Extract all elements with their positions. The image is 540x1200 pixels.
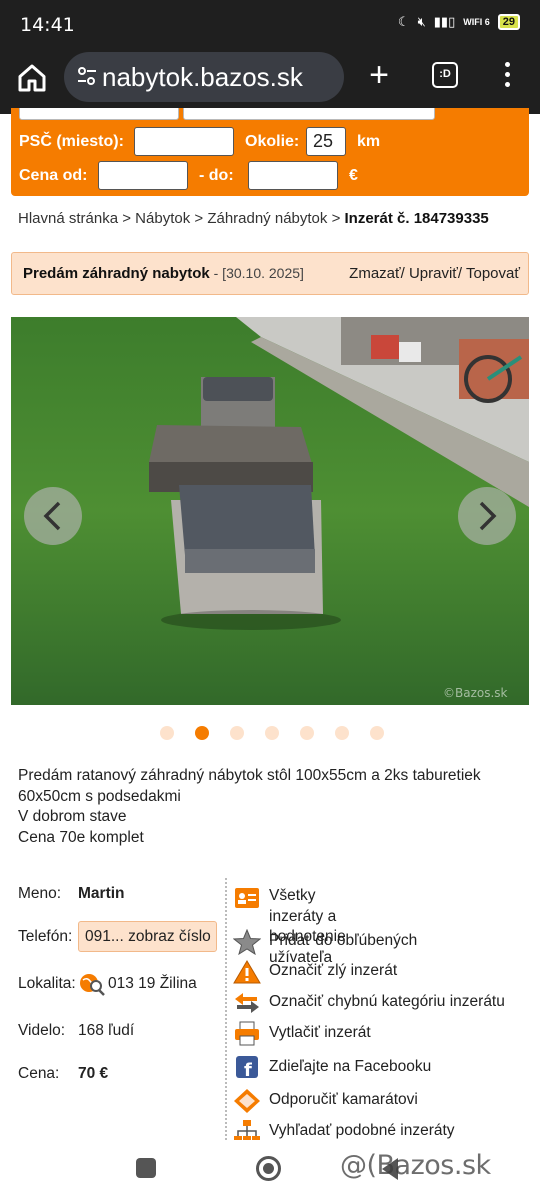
photo-pagination	[160, 726, 384, 740]
photo-dot[interactable]	[265, 726, 279, 740]
cena-label: Cena:	[18, 1065, 60, 1082]
action-label: Odporučiť kamarátovi	[269, 1091, 418, 1108]
psc-label: PSČ (miesto):	[19, 133, 124, 150]
price-to-input[interactable]	[248, 161, 338, 190]
videlo-label: Videlo:	[18, 1022, 66, 1039]
prev-photo-button[interactable]	[24, 487, 82, 545]
breadcrumb-separator: >	[194, 210, 204, 227]
listing-description: Predám ratanový záhradný nábytok stôl 10…	[18, 766, 523, 848]
breadcrumb-separator: >	[122, 210, 131, 227]
photo-dot[interactable]	[230, 726, 244, 740]
listing-photo[interactable]: ©Bazos.sk	[11, 317, 529, 705]
action-label: Označiť chybnú kategóriu inzerátu	[269, 993, 505, 1010]
description-line: Cena 70e komplet	[18, 828, 144, 846]
chevron-left-icon	[43, 501, 61, 531]
photo-dot[interactable]	[195, 726, 209, 740]
status-icons: ☾ 🔇︎ ▮▮▯ WIFI 6 29	[398, 14, 520, 30]
action-label: Označiť zlý inzerát	[269, 962, 398, 979]
breadcrumb-current: Inzerát č. 184739335	[344, 210, 489, 227]
listing-title: Predám záhradný nabytok	[23, 265, 210, 282]
views-value: 168 ľudí	[78, 1022, 135, 1039]
photo-watermark: ©Bazos.sk	[443, 686, 508, 700]
overflow-menu-icon[interactable]	[500, 62, 514, 92]
listing-heading: Predám záhradný nabytok - [30.10. 2025]	[23, 265, 304, 282]
address-bar[interactable]: nabytok.bazos.sk	[64, 52, 344, 102]
user-card-icon	[235, 888, 259, 908]
warning-icon	[233, 960, 261, 984]
currency-label: €	[349, 167, 358, 184]
printer-icon	[235, 1021, 259, 1046]
photo-scene: ©Bazos.sk	[11, 317, 529, 705]
photo-dot[interactable]	[335, 726, 349, 740]
breadcrumb-nabytok[interactable]: Nábytok	[135, 210, 190, 227]
action-label: Vyhľadať podobné inzeráty	[269, 1122, 455, 1139]
partial-field[interactable]	[183, 108, 435, 120]
psc-input[interactable]	[134, 127, 234, 156]
svg-text:f: f	[244, 1060, 252, 1081]
new-tab-button[interactable]: +	[362, 56, 396, 95]
home-button[interactable]	[256, 1156, 281, 1181]
mute-icon: 🔇︎	[417, 14, 426, 29]
search-form: PSČ (miesto): Okolie: km Cena od: - do: …	[11, 108, 529, 196]
site-settings-icon[interactable]	[76, 65, 98, 87]
price-from-input[interactable]	[98, 161, 188, 190]
url-text: nabytok.bazos.sk	[102, 62, 303, 92]
wifi-icon: WIFI 6	[463, 17, 490, 27]
bazos-watermark: @(Bazos.sk	[340, 1150, 491, 1181]
swap-arrows-icon	[235, 993, 259, 1013]
next-photo-button[interactable]	[458, 487, 516, 545]
seller-name: Martin	[78, 885, 125, 902]
description-line: V dobrom stave	[18, 808, 127, 826]
cena-do-label: - do:	[199, 167, 234, 184]
meno-label: Meno:	[18, 885, 62, 902]
breadcrumb-separator: >	[331, 210, 341, 227]
status-time: 14:41	[20, 14, 75, 36]
breadcrumb: Hlavná stránka > Nábytok > Záhradný náby…	[18, 210, 489, 227]
location-value[interactable]: 013 19 Žilina	[108, 975, 197, 993]
action-label: Vytlačiť inzerát	[269, 1024, 371, 1041]
photo-dot[interactable]	[300, 726, 314, 740]
photo-dot[interactable]	[370, 726, 384, 740]
okolie-label: Okolie:	[245, 133, 300, 150]
recents-button[interactable]	[136, 1158, 156, 1178]
facebook-icon: f	[236, 1056, 258, 1081]
photo-dot[interactable]	[160, 726, 174, 740]
star-icon	[233, 929, 261, 955]
listing-edit-links[interactable]: Zmazať/ Upraviť/ Topovať	[349, 265, 520, 282]
status-bar: 14:41 ☾ 🔇︎ ▮▮▯ WIFI 6 29	[0, 0, 540, 48]
show-phone-button[interactable]: 091... zobraz číslo	[78, 921, 217, 952]
telefon-label: Telefón:	[18, 928, 73, 945]
recommend-icon	[234, 1089, 260, 1113]
moon-icon: ☾	[397, 14, 410, 29]
action-label: Zdieľajte na Facebooku	[269, 1058, 432, 1075]
listing-date: - [30.10. 2025]	[209, 265, 304, 281]
km-label: km	[357, 133, 381, 150]
battery-icon: 29	[497, 14, 520, 30]
chevron-right-icon	[479, 501, 497, 531]
cena-od-label: Cena od:	[19, 167, 88, 184]
price-value: 70 €	[78, 1065, 109, 1082]
partial-field[interactable]	[19, 108, 179, 120]
breadcrumb-home[interactable]: Hlavná stránka	[18, 210, 118, 227]
listing-title-bar: Predám záhradný nabytok - [30.10. 2025] …	[11, 252, 529, 295]
browser-toolbar: nabytok.bazos.sk + :D	[0, 48, 540, 114]
column-divider	[225, 878, 227, 1140]
action-label: Všetky inzeráty a hodnotenie užívateľa	[269, 887, 346, 966]
signal-icon: ▮▮▯	[433, 14, 456, 29]
map-search-icon[interactable]	[78, 972, 106, 996]
tab-switcher-button[interactable]: :D	[432, 62, 458, 88]
okolie-input[interactable]	[306, 127, 346, 156]
lokalita-label: Lokalita:	[18, 975, 76, 992]
breadcrumb-zahradny[interactable]: Záhradný nábytok	[207, 210, 327, 227]
description-line: Predám ratanový záhradný nábytok stôl 10…	[18, 767, 481, 805]
home-icon[interactable]	[14, 60, 50, 96]
action-label: Pridať do obľúbených	[269, 932, 418, 949]
